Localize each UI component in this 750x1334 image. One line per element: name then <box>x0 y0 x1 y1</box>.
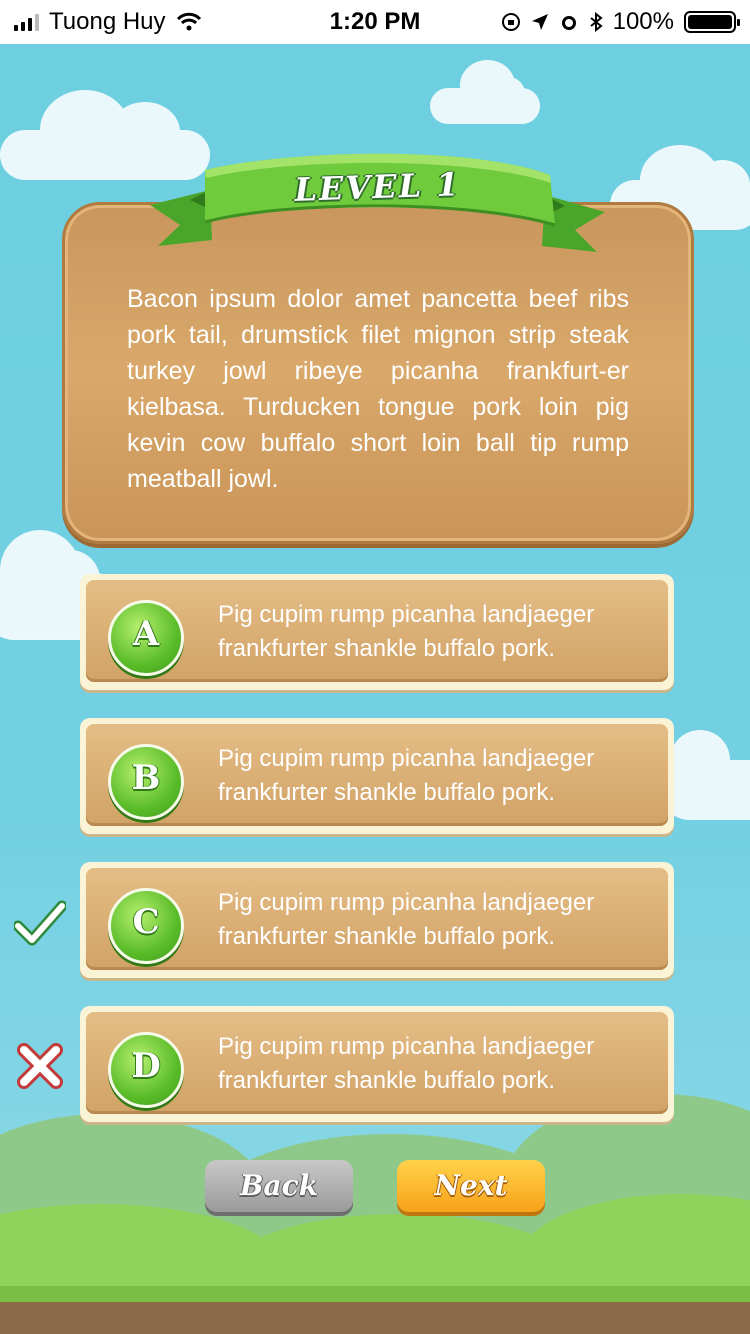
answer-text: Pig cupim rump picanha landjaeger frankf… <box>218 889 595 950</box>
answer-badge: C <box>108 888 184 964</box>
answer-badge: D <box>108 1032 184 1108</box>
answer-text: Pig cupim rump picanha landjaeger frankf… <box>218 1033 595 1094</box>
checkmark-icon <box>14 900 66 946</box>
back-button[interactable]: Back <box>205 1160 353 1212</box>
answer-letter: B <box>131 758 161 798</box>
status-right: 100% <box>501 8 740 36</box>
answer-text: Pig cupim rump picanha landjaeger frankf… <box>218 745 595 806</box>
answer-option-d[interactable]: D Pig cupim rump picanha landjaeger fran… <box>80 1006 674 1122</box>
next-button[interactable]: Next <box>397 1160 545 1212</box>
answer-badge: A <box>108 600 184 676</box>
answer-text: Pig cupim rump picanha landjaeger frankf… <box>218 601 595 662</box>
battery-icon <box>684 11 740 33</box>
x-mark-icon <box>17 1043 63 1089</box>
cloud <box>430 60 540 124</box>
answer-option-c[interactable]: C Pig cupim rump picanha landjaeger fran… <box>80 862 674 978</box>
orientation-lock-icon <box>501 13 520 31</box>
answer-badge: B <box>108 744 184 820</box>
alarm-icon <box>561 16 576 30</box>
battery-percent: 100% <box>612 8 674 35</box>
question-text: Bacon ipsum dolor amet pancetta beef rib… <box>127 285 629 493</box>
answer-letter: C <box>132 902 160 942</box>
location-icon <box>531 14 548 30</box>
game-screen: Tuong Huy 1:20 PM 100% Bacon ipsum dolor… <box>0 0 750 1334</box>
answer-option-b[interactable]: B Pig cupim rump picanha landjaeger fran… <box>80 718 674 834</box>
level-banner: LEVEL 1 <box>150 150 605 255</box>
bluetooth-icon <box>589 12 603 32</box>
answer-letter: A <box>132 614 160 654</box>
status-bar: Tuong Huy 1:20 PM 100% <box>0 0 750 44</box>
ground-scenery <box>0 1094 750 1334</box>
answer-option-a[interactable]: A Pig cupim rump picanha landjaeger fran… <box>80 574 674 690</box>
answer-letter: D <box>131 1046 161 1086</box>
